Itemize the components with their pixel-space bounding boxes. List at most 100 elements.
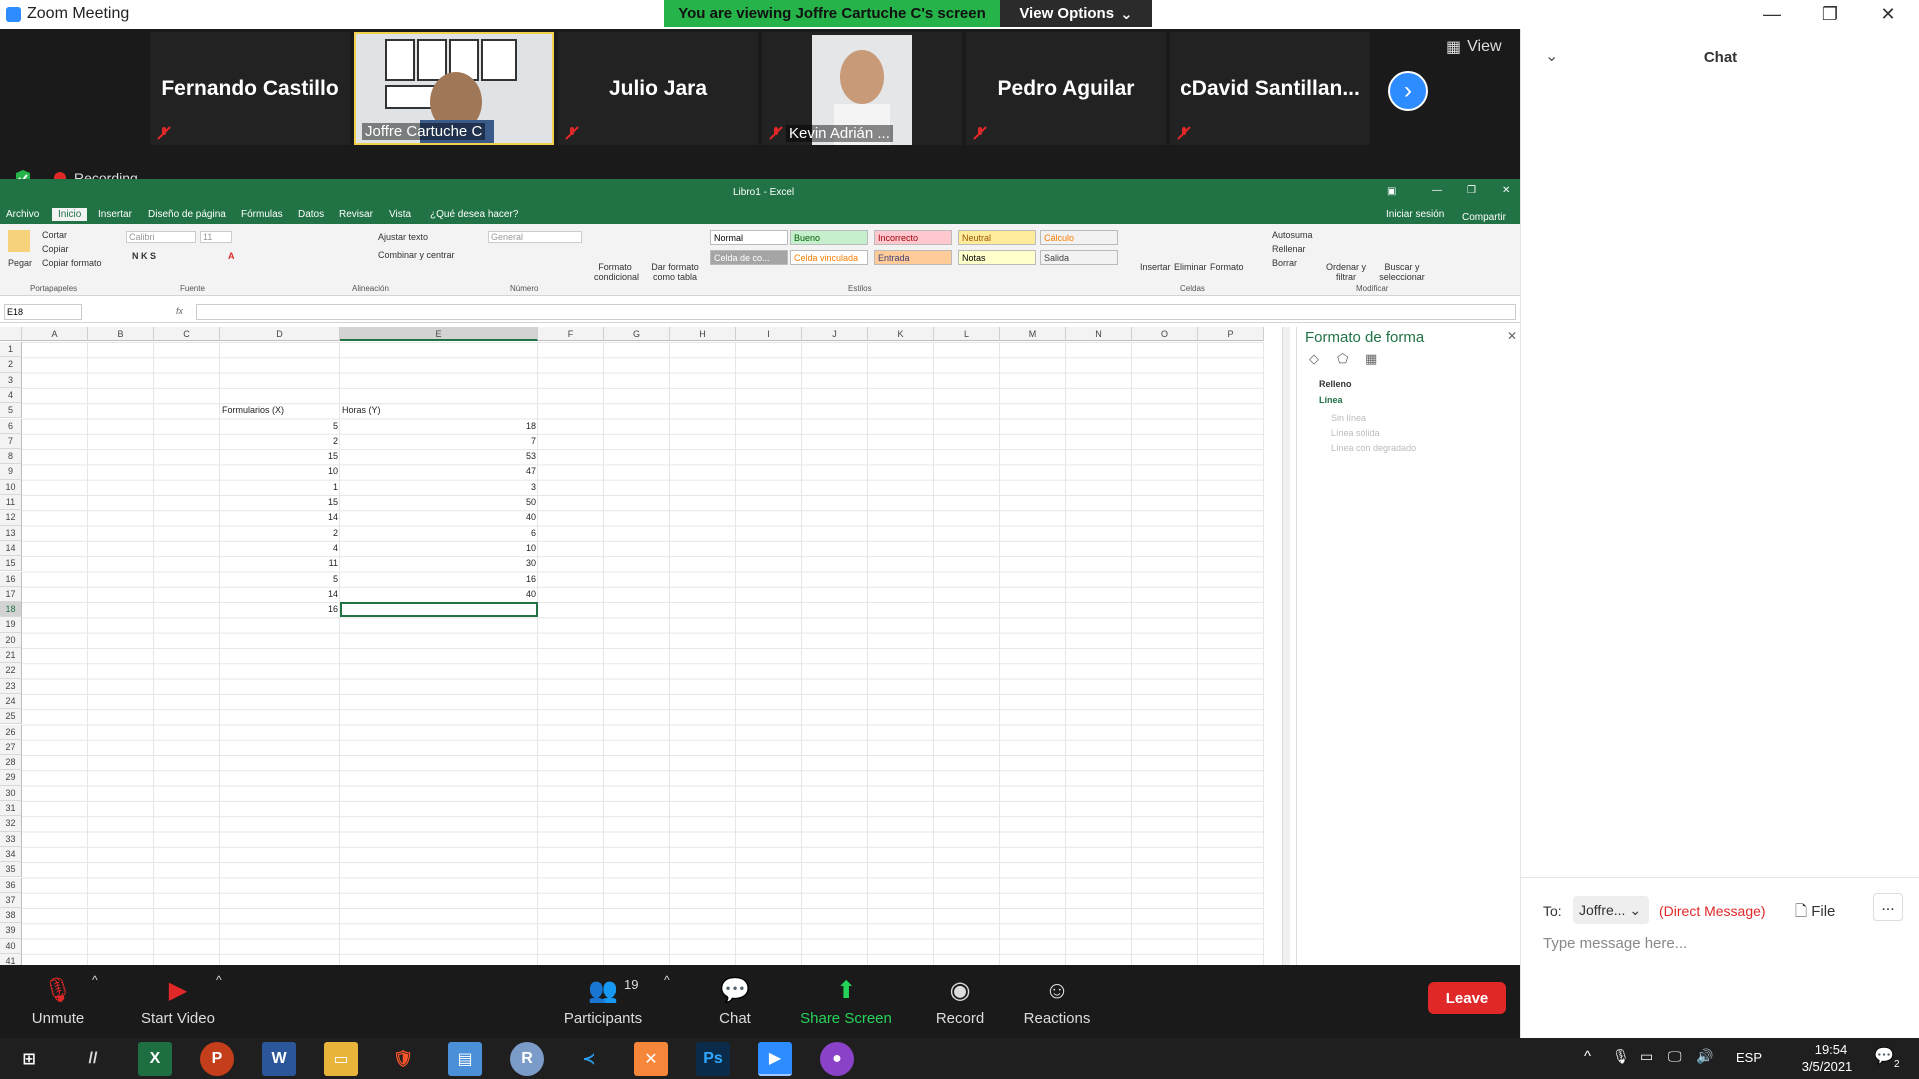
- cell-x-value[interactable]: 10: [220, 464, 340, 479]
- row-header[interactable]: 28: [0, 755, 22, 771]
- participant-tile[interactable]: Pedro Aguilar: [966, 32, 1166, 145]
- column-header[interactable]: D: [220, 327, 340, 341]
- row-header[interactable]: 40: [0, 938, 22, 954]
- fill-section[interactable]: Relleno: [1319, 379, 1352, 389]
- font-name-select[interactable]: Calibri: [126, 231, 196, 243]
- view-options-button[interactable]: View Options ⌄: [1000, 0, 1152, 27]
- excel-minimize-button[interactable]: —: [1432, 185, 1442, 196]
- r-app-icon[interactable]: R: [510, 1042, 544, 1076]
- row-header[interactable]: 32: [0, 816, 22, 832]
- row-header[interactable]: 10: [0, 479, 22, 495]
- row-header[interactable]: 13: [0, 525, 22, 541]
- column-header[interactable]: L: [934, 327, 1000, 341]
- style-incorrecto[interactable]: Incorrecto: [874, 230, 952, 245]
- row-header[interactable]: 7: [0, 433, 22, 450]
- cell-header-x[interactable]: Formularios (X): [220, 403, 340, 418]
- cell-y-value[interactable]: 10: [340, 541, 538, 556]
- file-button[interactable]: 🗋 File: [1795, 901, 1835, 926]
- signin-link[interactable]: Iniciar sesión: [1386, 209, 1444, 220]
- tab-insertar[interactable]: Insertar: [98, 209, 132, 220]
- volume-icon[interactable]: 🔊: [1696, 1048, 1713, 1065]
- minimize-button[interactable]: —: [1743, 0, 1801, 29]
- zoom-app-icon[interactable]: ▶: [758, 1042, 792, 1076]
- row-header[interactable]: 5: [0, 403, 22, 419]
- row-header[interactable]: 34: [0, 846, 22, 863]
- reactions-button[interactable]: ☺ Reactions: [1024, 965, 1091, 1038]
- row-header[interactable]: 4: [0, 387, 22, 404]
- row-header[interactable]: 22: [0, 663, 22, 679]
- excel-app-icon[interactable]: X: [138, 1042, 172, 1076]
- column-header[interactable]: F: [538, 327, 604, 341]
- column-header[interactable]: E: [340, 327, 538, 341]
- cell-y-value[interactable]: 16: [340, 572, 538, 587]
- video-options-chevron[interactable]: ^: [216, 973, 222, 987]
- row-header[interactable]: 2: [0, 357, 22, 373]
- vscode-app-icon[interactable]: ≺: [572, 1042, 606, 1076]
- style-celda-vinculada[interactable]: Celda vinculada: [790, 250, 868, 265]
- font-size-select[interactable]: 11: [200, 231, 232, 243]
- row-header[interactable]: 36: [0, 877, 22, 893]
- restore-button[interactable]: ❐: [1801, 0, 1859, 29]
- column-header[interactable]: M: [1000, 327, 1066, 341]
- radio-gradient-line[interactable]: Línea con degradado: [1331, 443, 1416, 453]
- wrap-text-button[interactable]: Ajustar texto: [378, 232, 428, 242]
- cell-x-value[interactable]: 4: [220, 541, 340, 556]
- cell-y-value[interactable]: 6: [340, 526, 538, 541]
- column-header[interactable]: A: [22, 327, 88, 341]
- cell-y-value[interactable]: 40: [340, 510, 538, 525]
- fill-line-icon[interactable]: ◇: [1309, 351, 1319, 367]
- tray-mic-icon[interactable]: 🎙: [1612, 1048, 1630, 1065]
- cell-x-value[interactable]: 14: [220, 587, 340, 602]
- row-header[interactable]: 38: [0, 908, 22, 924]
- cell-y-value[interactable]: 7: [340, 434, 538, 449]
- clear-button[interactable]: Borrar: [1272, 258, 1297, 268]
- effects-icon[interactable]: ⬠: [1337, 351, 1348, 367]
- battery-icon[interactable]: ▭: [1640, 1048, 1653, 1065]
- vertical-scrollbar[interactable]: [1282, 327, 1290, 965]
- tab-diseno[interactable]: Diseño de página: [148, 209, 226, 220]
- participant-tile[interactable]: Julio Jara: [558, 32, 758, 145]
- excel-close-button[interactable]: ✕: [1502, 185, 1510, 196]
- start-icon[interactable]: ⊞: [12, 1042, 46, 1076]
- participant-tile[interactable]: Fernando Castillo: [150, 32, 350, 145]
- clock-date[interactable]: 3/5/2021: [1782, 1059, 1872, 1074]
- xampp-app-icon[interactable]: ✕: [634, 1042, 668, 1076]
- pen-app-icon[interactable]: //: [76, 1042, 110, 1076]
- column-header[interactable]: H: [670, 327, 736, 341]
- line-section[interactable]: Línea: [1319, 395, 1343, 405]
- row-header[interactable]: 18: [0, 602, 22, 618]
- shared-screen-excel[interactable]: Libro1 - Excel ▣ — ❐ ✕ Archivo Inicio In…: [0, 179, 1520, 965]
- style-bueno[interactable]: Bueno: [790, 230, 868, 245]
- language-indicator[interactable]: ESP: [1736, 1050, 1762, 1065]
- row-header[interactable]: 14: [0, 540, 22, 557]
- excel-restore-button[interactable]: ❐: [1467, 185, 1476, 196]
- paste-icon[interactable]: [8, 230, 30, 252]
- cell-x-value[interactable]: 15: [220, 495, 340, 510]
- radio-solid-line[interactable]: Línea sólida: [1331, 428, 1380, 438]
- formula-input[interactable]: [196, 304, 1516, 320]
- row-header[interactable]: 24: [0, 693, 22, 710]
- paste-label[interactable]: Pegar: [8, 258, 32, 268]
- cell-y-value[interactable]: 47: [340, 464, 538, 479]
- photoshop-app-icon[interactable]: Ps: [696, 1042, 730, 1076]
- cell-y-value[interactable]: 30: [340, 556, 538, 571]
- network-icon[interactable]: 🖵: [1668, 1048, 1682, 1065]
- style-calculo[interactable]: Cálculo: [1040, 230, 1118, 245]
- row-header[interactable]: 37: [0, 892, 22, 909]
- participant-tile-video[interactable]: Kevin Adrián ...: [762, 32, 962, 145]
- cell-y-value[interactable]: 50: [340, 495, 538, 510]
- cell-x-value[interactable]: 5: [220, 419, 340, 434]
- number-format-select[interactable]: General: [488, 231, 582, 243]
- style-notas[interactable]: Notas: [958, 250, 1036, 265]
- row-header[interactable]: 31: [0, 801, 22, 817]
- column-header[interactable]: K: [868, 327, 934, 341]
- bold-button[interactable]: N K S: [132, 251, 156, 261]
- row-header[interactable]: 30: [0, 785, 22, 801]
- unmute-button[interactable]: 🎙 Unmute: [26, 965, 90, 1038]
- row-header[interactable]: 27: [0, 739, 22, 756]
- share-screen-button[interactable]: ⬆ Share Screen: [798, 965, 894, 1038]
- participants-chevron[interactable]: ^: [664, 973, 670, 987]
- cell-y-value[interactable]: 3: [340, 480, 538, 495]
- brave-browser-icon[interactable]: 🛡: [386, 1042, 420, 1076]
- chat-button[interactable]: 💬 Chat: [712, 965, 758, 1038]
